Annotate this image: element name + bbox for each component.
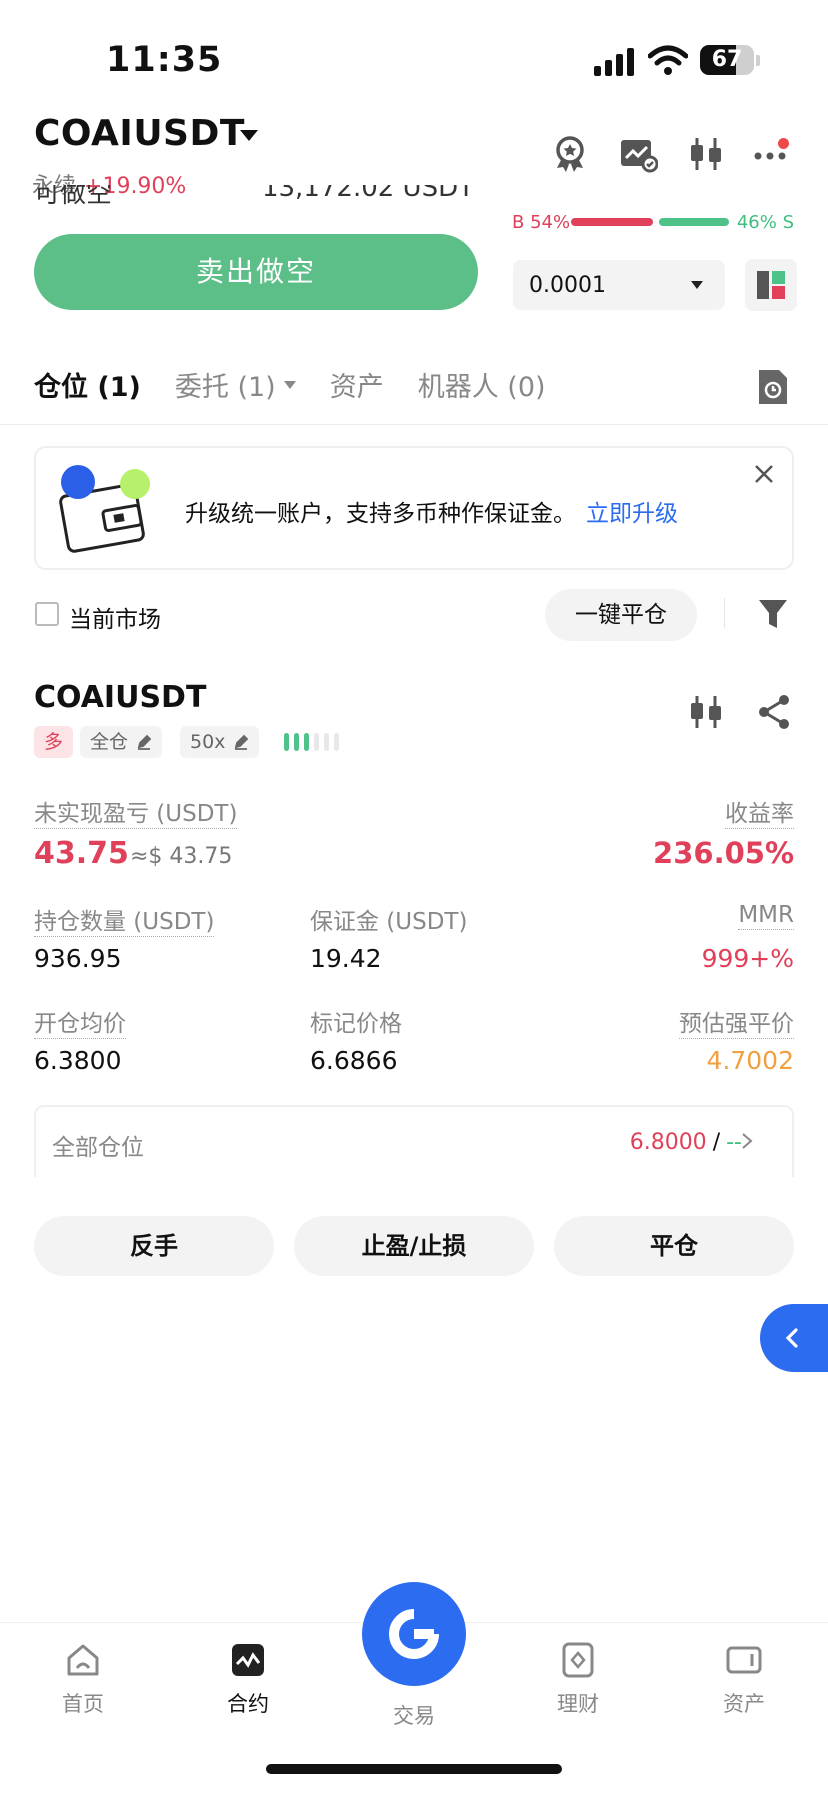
filter-icon[interactable] xyxy=(758,598,788,630)
take-profit-value: 6.8000 xyxy=(629,1130,707,1155)
liq-price-value: 4.7002 xyxy=(706,1046,794,1075)
risk-level-indicator xyxy=(284,730,344,754)
divider xyxy=(724,598,725,628)
precision-select[interactable]: 0.0001 xyxy=(513,260,725,310)
tab-assets[interactable]: 资产 xyxy=(330,365,384,404)
risk-bar xyxy=(334,733,339,751)
home-indicator xyxy=(266,1764,562,1774)
tab-positions[interactable]: 仓位 (1) xyxy=(34,365,141,404)
banner-text: 升级统一账户，支持多币种作保证金。 xyxy=(185,501,576,527)
candlestick-icon[interactable] xyxy=(686,134,726,174)
wallet-icon xyxy=(726,1646,762,1674)
trade-icon xyxy=(389,1609,439,1659)
tab-bots[interactable]: 机器人 (0) xyxy=(418,365,546,404)
sell-ratio-label: 46% S xyxy=(736,211,794,233)
reverse-button[interactable]: 反手 xyxy=(34,1216,274,1276)
margin-label: 保证金 (USDT) xyxy=(310,909,468,935)
available-label: 可做空 xyxy=(34,185,113,209)
mark-price-value: 6.6866 xyxy=(310,1046,398,1075)
wifi-icon xyxy=(648,45,688,75)
leverage-tag[interactable]: 50x xyxy=(180,726,260,758)
tpsl-button[interactable]: 止盈/止损 xyxy=(294,1216,534,1276)
buy-ratio-bar xyxy=(570,218,653,226)
tabs-divider xyxy=(0,424,828,425)
trade-fab-button[interactable] xyxy=(362,1582,466,1686)
history-doc-icon[interactable] xyxy=(757,368,789,406)
close-icon[interactable] xyxy=(752,462,776,486)
tpsl-separator: / xyxy=(712,1130,721,1155)
mmr-label: MMR xyxy=(738,902,794,930)
nav-assets[interactable]: 资产 xyxy=(684,1640,804,1718)
status-time: 11:35 xyxy=(106,40,223,80)
orderbook-layout-icon[interactable] xyxy=(745,259,797,311)
home-icon xyxy=(67,1644,99,1676)
close-all-button[interactable]: 一键平仓 xyxy=(545,589,697,641)
roe-label: 收益率 xyxy=(725,801,794,829)
liq-price-label: 预估强平价 xyxy=(679,1011,794,1039)
chevron-down-icon xyxy=(283,380,296,389)
chart-check-icon[interactable] xyxy=(618,134,658,174)
edit-icon xyxy=(235,734,249,750)
sell-ratio-bar xyxy=(658,218,730,226)
side-tag: 多 xyxy=(34,726,74,758)
sell-short-button[interactable]: 卖出做空 xyxy=(34,234,478,310)
margin-value: 19.42 xyxy=(310,944,382,973)
roe-value: 236.05% xyxy=(653,836,794,870)
current-market-checkbox[interactable] xyxy=(35,602,59,626)
risk-bar xyxy=(314,733,319,751)
battery-tip xyxy=(756,55,760,66)
risk-bar xyxy=(284,733,289,751)
earn-icon xyxy=(562,1642,594,1678)
side-drawer-toggle[interactable] xyxy=(760,1304,828,1372)
banner-message: 升级统一账户，支持多币种作保证金。 立即升级 xyxy=(185,494,678,528)
futures-icon xyxy=(232,1644,264,1676)
position-tabs: 仓位 (1) 委托 (1) 资产 机器人 (0) xyxy=(34,365,580,404)
share-icon[interactable] xyxy=(754,692,794,732)
margin-mode-tag[interactable]: 全仓 xyxy=(80,726,163,758)
all-positions-tpsl: 6.8000/-- xyxy=(630,1130,742,1155)
award-icon[interactable] xyxy=(550,134,590,174)
signal-icon xyxy=(594,46,636,76)
all-positions-label: 全部仓位 xyxy=(52,1135,144,1161)
entry-price-label: 开仓均价 xyxy=(34,1011,126,1039)
entry-price-value: 6.3800 xyxy=(34,1046,122,1075)
unrealized-pnl-value: 43.75 xyxy=(34,836,129,871)
pair-dropdown-icon[interactable] xyxy=(240,130,258,141)
wallet-illustration-icon xyxy=(59,465,150,553)
unrealized-pnl-approx: ≈$ 43.75 xyxy=(130,844,233,869)
buy-ratio-label: B 54% xyxy=(512,211,571,233)
risk-bar xyxy=(324,733,329,751)
mark-price-label: 标记价格 xyxy=(310,1011,402,1037)
risk-bar xyxy=(294,733,299,751)
battery-level: 67 xyxy=(711,47,743,72)
tab-orders[interactable]: 委托 (1) xyxy=(175,365,296,404)
size-label: 持仓数量 (USDT) xyxy=(34,909,215,937)
chevron-right-icon[interactable] xyxy=(740,1131,754,1151)
nav-earn[interactable]: 理财 xyxy=(518,1640,638,1718)
nav-trade[interactable]: 交易 xyxy=(354,1700,474,1730)
nav-home[interactable]: 首页 xyxy=(23,1640,143,1718)
risk-bar xyxy=(304,733,309,751)
pair-title[interactable]: COAIUSDT xyxy=(34,113,245,154)
buy-sell-ratio: B 54% 46% S xyxy=(512,210,794,234)
notification-dot xyxy=(778,138,789,149)
current-market-label: 当前市场 xyxy=(69,607,161,633)
chevron-left-icon xyxy=(785,1328,798,1348)
chevron-down-icon xyxy=(691,281,703,289)
candlestick-icon[interactable] xyxy=(686,692,726,732)
close-position-button[interactable]: 平仓 xyxy=(554,1216,794,1276)
available-row: 可做空 13,172.02 USDT xyxy=(34,185,504,209)
mmr-value: 999+% xyxy=(701,944,794,973)
battery-icon: 67 xyxy=(700,45,754,75)
available-value: 13,172.02 USDT xyxy=(261,185,474,203)
position-symbol: COAIUSDT xyxy=(34,680,207,715)
nav-futures[interactable]: 合约 xyxy=(188,1640,308,1718)
size-value: 936.95 xyxy=(34,944,122,973)
upgrade-link[interactable]: 立即升级 xyxy=(586,501,678,527)
precision-value: 0.0001 xyxy=(529,272,606,298)
unrealized-pnl-label: 未实现盈亏 (USDT) xyxy=(34,801,238,829)
edit-icon xyxy=(137,734,152,750)
